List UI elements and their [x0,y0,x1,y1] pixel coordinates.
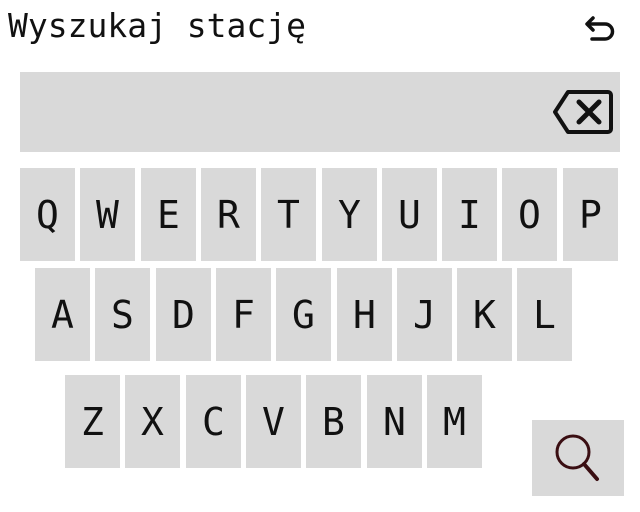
search-input[interactable] [20,72,620,152]
key-h[interactable]: H [337,268,392,361]
key-r[interactable]: R [201,168,256,261]
key-q[interactable]: Q [20,168,75,261]
key-u[interactable]: U [382,168,437,261]
key-y[interactable]: Y [322,168,377,261]
key-f[interactable]: F [216,268,271,361]
key-s[interactable]: S [95,268,150,361]
key-x[interactable]: X [125,375,180,468]
key-m[interactable]: M [427,375,482,468]
key-k[interactable]: K [457,268,512,361]
search-button[interactable] [532,420,624,496]
key-g[interactable]: G [276,268,331,361]
key-z[interactable]: Z [65,375,120,468]
key-o[interactable]: O [502,168,557,261]
key-v[interactable]: V [246,375,301,468]
key-a[interactable]: A [35,268,90,361]
key-t[interactable]: T [261,168,316,261]
backspace-icon [553,90,613,134]
key-b[interactable]: B [306,375,361,468]
page-title: Wyszukaj stację [8,6,307,45]
key-w[interactable]: W [80,168,135,261]
key-e[interactable]: E [141,168,196,261]
search-input-value [34,72,534,152]
undo-arrow-icon [585,16,615,41]
key-l[interactable]: L [517,268,572,361]
key-i[interactable]: I [442,168,497,261]
key-n[interactable]: N [367,375,422,468]
key-p[interactable]: P [563,168,618,261]
back-button[interactable] [580,10,622,48]
key-d[interactable]: D [156,268,211,361]
key-c[interactable]: C [186,375,241,468]
backspace-button[interactable] [550,84,616,140]
key-j[interactable]: J [397,268,452,361]
search-icon [555,434,599,481]
